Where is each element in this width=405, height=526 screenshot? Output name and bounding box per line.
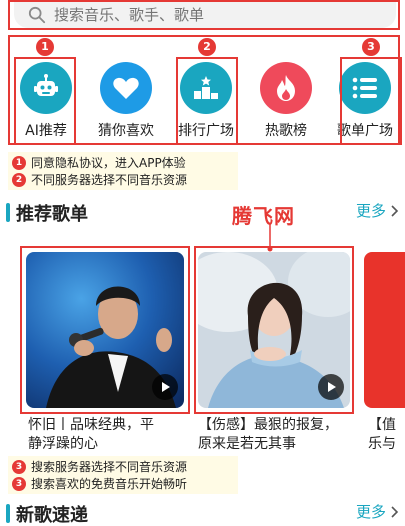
annotation-badge-3: 3 xyxy=(362,38,380,56)
annotation-box-2 xyxy=(176,57,238,145)
step-badge: 2 xyxy=(12,172,26,187)
annotation-box-1 xyxy=(14,57,76,145)
more-button[interactable]: 更多 xyxy=(356,501,399,522)
new-songs-section-header: 新歌速递 更多 xyxy=(0,500,405,526)
play-icon[interactable] xyxy=(152,374,178,400)
playlist-title-1[interactable]: 怀旧丨品味经典，平静浮躁的心 xyxy=(28,416,164,454)
step-badge: 1 xyxy=(12,155,26,170)
playlist-cover-1[interactable] xyxy=(26,252,184,408)
category-hot-songs[interactable]: 热歌榜 xyxy=(246,37,326,140)
section-title: 推荐歌单 xyxy=(16,204,88,225)
recommended-section-header: 推荐歌单 更多 xyxy=(0,199,405,227)
category-label: 猜你喜欢 xyxy=(98,123,154,139)
instruction-line: 3 搜索喜欢的免费音乐开始畅听 xyxy=(12,475,234,492)
instruction-line: 1 同意隐私协议，进入APP体验 xyxy=(12,154,234,171)
chevron-right-icon xyxy=(391,505,399,518)
section-accent-bar xyxy=(6,203,10,222)
instruction-notes-bottom: 3 搜索服务器选择不同音乐资源 3 搜索喜欢的免费音乐开始畅听 xyxy=(8,456,238,494)
section-accent-bar xyxy=(6,504,10,523)
instruction-text: 搜索喜欢的免费音乐开始畅听 xyxy=(31,477,188,491)
flame-icon xyxy=(260,62,312,114)
playlist-cover-3[interactable] xyxy=(364,252,405,408)
annotation-badge-2: 2 xyxy=(198,38,216,56)
step-badge: 3 xyxy=(12,476,26,491)
step-badge: 3 xyxy=(12,459,26,474)
category-annotation-box: AI推荐 猜你喜欢 排行广场 热歌榜 歌单广场 1 2 3 xyxy=(8,35,402,145)
instruction-notes-top: 1 同意隐私协议，进入APP体验 2 不同服务器选择不同音乐资源 xyxy=(8,152,238,190)
search-annotation-box xyxy=(8,0,400,30)
search-input[interactable] xyxy=(54,6,354,24)
playlist-cover-2[interactable] xyxy=(198,252,350,408)
more-button[interactable]: 更多 xyxy=(356,200,399,221)
instruction-text: 不同服务器选择不同音乐资源 xyxy=(31,173,188,187)
instruction-line: 2 不同服务器选择不同音乐资源 xyxy=(12,171,234,188)
search-icon xyxy=(28,6,46,24)
search-bar[interactable] xyxy=(14,2,396,28)
instruction-text: 同意隐私协议，进入APP体验 xyxy=(31,156,186,170)
chevron-right-icon xyxy=(391,204,399,217)
more-label: 更多 xyxy=(355,503,386,521)
instruction-line: 3 搜索服务器选择不同音乐资源 xyxy=(12,458,234,475)
category-label: 热歌榜 xyxy=(265,123,307,139)
more-label: 更多 xyxy=(355,202,386,220)
annotation-box-3 xyxy=(340,57,402,145)
instruction-text: 搜索服务器选择不同音乐资源 xyxy=(31,460,188,474)
playlist-title-2[interactable]: 【伤感】最狠的报复，原来是若无其事 xyxy=(198,416,338,454)
annotation-badge-1: 1 xyxy=(36,38,54,56)
playlist-title-3[interactable]: 【值乐与 xyxy=(368,416,405,454)
play-icon[interactable] xyxy=(318,374,344,400)
category-guess-you-like[interactable]: 猜你喜欢 xyxy=(86,37,166,140)
heart-icon xyxy=(100,62,152,114)
section-title: 新歌速递 xyxy=(16,505,88,526)
